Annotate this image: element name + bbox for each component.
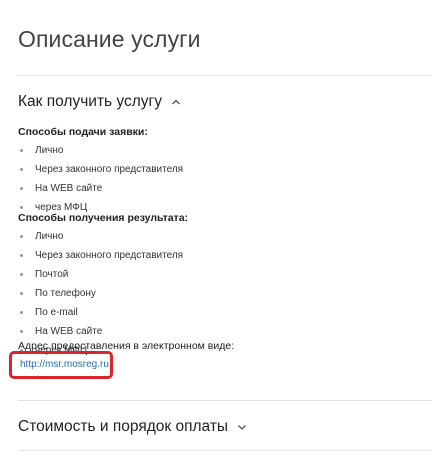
list-item: Лично (18, 227, 183, 246)
list-item: По e-mail (18, 303, 183, 322)
list-item: Лично (18, 141, 183, 160)
list-item: На WEB сайте (18, 179, 183, 198)
bullet-icon (20, 149, 23, 152)
bullet-icon (20, 330, 23, 333)
bullet-icon (20, 168, 23, 171)
result-methods-title: Способы получения результата: (18, 212, 189, 224)
divider (18, 450, 432, 451)
bullet-icon (20, 292, 23, 295)
bullet-icon (20, 235, 23, 238)
list-item: Через законного представителя (18, 160, 183, 179)
list-item: Почтой (18, 265, 183, 284)
page-title: Описание услуги (18, 26, 201, 52)
divider (18, 75, 432, 76)
list-item: По телефону (18, 284, 183, 303)
submission-methods-title: Способы подачи заявки: (18, 126, 148, 138)
section-title: Как получить услугу (18, 93, 162, 110)
bullet-icon (20, 187, 23, 190)
section-header-how-to-get[interactable]: Как получить услугу (18, 93, 181, 111)
section-title: Стоимость и порядок оплаты (18, 418, 229, 435)
bullet-icon (20, 311, 23, 314)
list-item: На WEB сайте (18, 322, 183, 341)
bullet-icon (20, 254, 23, 257)
divider (18, 400, 432, 401)
submission-methods-list: Лично Через законного представителя На W… (18, 141, 183, 217)
list-item: Через законного представителя (18, 246, 183, 265)
chevron-up-icon[interactable] (171, 97, 181, 107)
chevron-down-icon[interactable] (237, 422, 247, 432)
section-header-cost[interactable]: Стоимость и порядок оплаты (18, 418, 247, 436)
bullet-icon (20, 273, 23, 276)
bullet-icon (20, 206, 23, 209)
service-portal-link[interactable]: http://msr.mosreg.ru (20, 359, 109, 370)
